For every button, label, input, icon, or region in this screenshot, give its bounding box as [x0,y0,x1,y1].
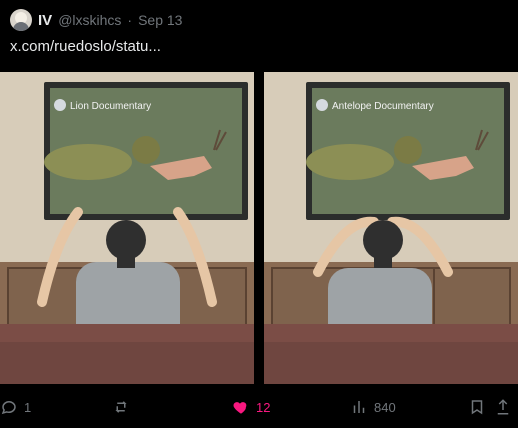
reply-button[interactable]: 1 [0,394,31,420]
separator: · [127,12,133,28]
panel-left: Lion Documentary [0,72,254,384]
comic-image: Lion Documentary Antelope Documentary [0,72,518,384]
reply-icon [1,400,16,415]
like-count: 12 [256,399,271,415]
author-name[interactable]: IV [38,12,52,29]
views-button[interactable]: 840 [350,394,396,420]
panel-divider [254,72,264,384]
views-icon [353,401,365,413]
tweet-header: IV @lxskihcs · Sep 13 [10,8,182,32]
heart-icon [233,402,247,414]
share-icon [497,399,509,415]
tv-label-right: Antelope Documentary [332,101,434,112]
tweet-media[interactable]: Lion Documentary Antelope Documentary [0,72,518,384]
bookmark-icon [471,400,483,415]
views-count: 840 [374,399,396,415]
like-button[interactable]: 12 [232,394,270,420]
tweet-text-link[interactable]: x.com/ruedoslo/statu... [10,38,161,55]
tweet-actions: 1 12 840 [0,394,518,420]
author-handle[interactable]: @lxskihcs [58,12,121,28]
tweet-date[interactable]: Sep 13 [138,12,182,28]
tv-label-left: Lion Documentary [70,101,151,112]
panel-right: Antelope Documentary [264,72,518,384]
reply-count: 1 [24,399,32,415]
bookmark-button[interactable] [468,394,486,420]
repost-button[interactable] [112,394,136,420]
avatar[interactable] [10,9,32,31]
share-button[interactable] [494,394,512,420]
repost-icon [115,401,127,413]
